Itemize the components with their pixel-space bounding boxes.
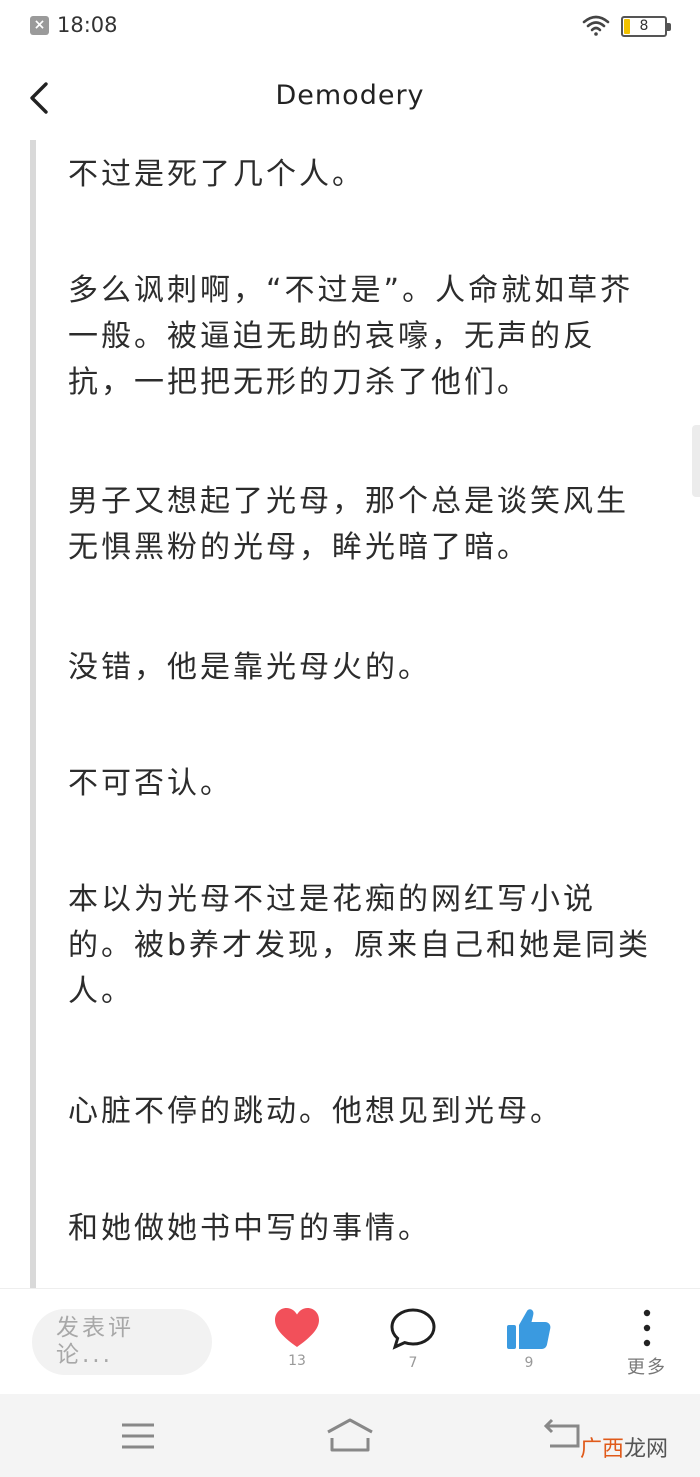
more-button[interactable]: 更多 [612, 1307, 682, 1379]
thumbs-up-icon [507, 1309, 551, 1349]
paragraph: 多么讽刺啊，“不过是”。人命就如草芥一般。被逼迫无助的哀嚎，无声的反抗，一把把无… [68, 273, 634, 400]
paragraph: 本以为光母不过是花痴的网红写小说的。被b养才发现，原来自己和她是同类人。 [68, 882, 652, 1009]
heart-icon [275, 1308, 319, 1347]
paragraph: 不过是死了几个人。 [68, 157, 365, 192]
paragraph: 心脏不停的跳动。他想见到光母。 [68, 1094, 563, 1129]
battery-level: 8 [639, 18, 649, 34]
heart-button[interactable]: 13 [262, 1307, 332, 1369]
quote-bar [30, 140, 36, 1288]
comment-input[interactable]: 发表评论... [32, 1309, 212, 1375]
more-vertical-icon [643, 1309, 651, 1347]
home-icon [327, 1418, 373, 1452]
x-icon: × [30, 16, 49, 35]
paragraph: 没错，他是靠光母火的。 [68, 650, 431, 685]
article-content[interactable]: 不过是死了几个人。 多么讽刺啊，“不过是”。人命就如草芥一般。被逼迫无助的哀嚎，… [0, 140, 700, 1288]
watermark-text: 龙网 [623, 1437, 668, 1462]
wifi-icon [582, 15, 610, 36]
home-button[interactable] [322, 1416, 378, 1456]
like-button[interactable]: 9 [494, 1307, 564, 1371]
paragraph: 和她做她书中写的事情。 [68, 1211, 431, 1246]
comment-count: 7 [408, 1355, 418, 1371]
status-bar: × 18:08 8 [0, 0, 700, 54]
watermark: 广西龙网 [580, 1431, 668, 1463]
more-label: 更多 [627, 1357, 667, 1378]
speech-bubble-icon [390, 1308, 436, 1350]
menu-icon [122, 1423, 154, 1449]
status-time: 18:08 [57, 13, 118, 37]
battery-icon: 8 [621, 16, 671, 37]
paragraph: 不可否认。 [68, 766, 233, 801]
menu-button[interactable] [110, 1416, 166, 1456]
action-bar: 发表评论... 13 7 9 更多 [0, 1288, 700, 1394]
comment-button[interactable]: 7 [378, 1307, 448, 1371]
like-count: 9 [524, 1355, 534, 1371]
paragraph: 男子又想起了光母，那个总是谈笑风生无惧黑粉的光母，眸光暗了暗。 [68, 484, 629, 565]
page-title: Demodery [275, 80, 425, 111]
heart-count: 13 [288, 1353, 306, 1369]
scrollbar-thumb[interactable] [692, 425, 700, 497]
header: Demodery [0, 54, 700, 140]
system-nav-bar: 广西龙网 [0, 1394, 700, 1477]
watermark-text: 广西 [579, 1437, 624, 1462]
